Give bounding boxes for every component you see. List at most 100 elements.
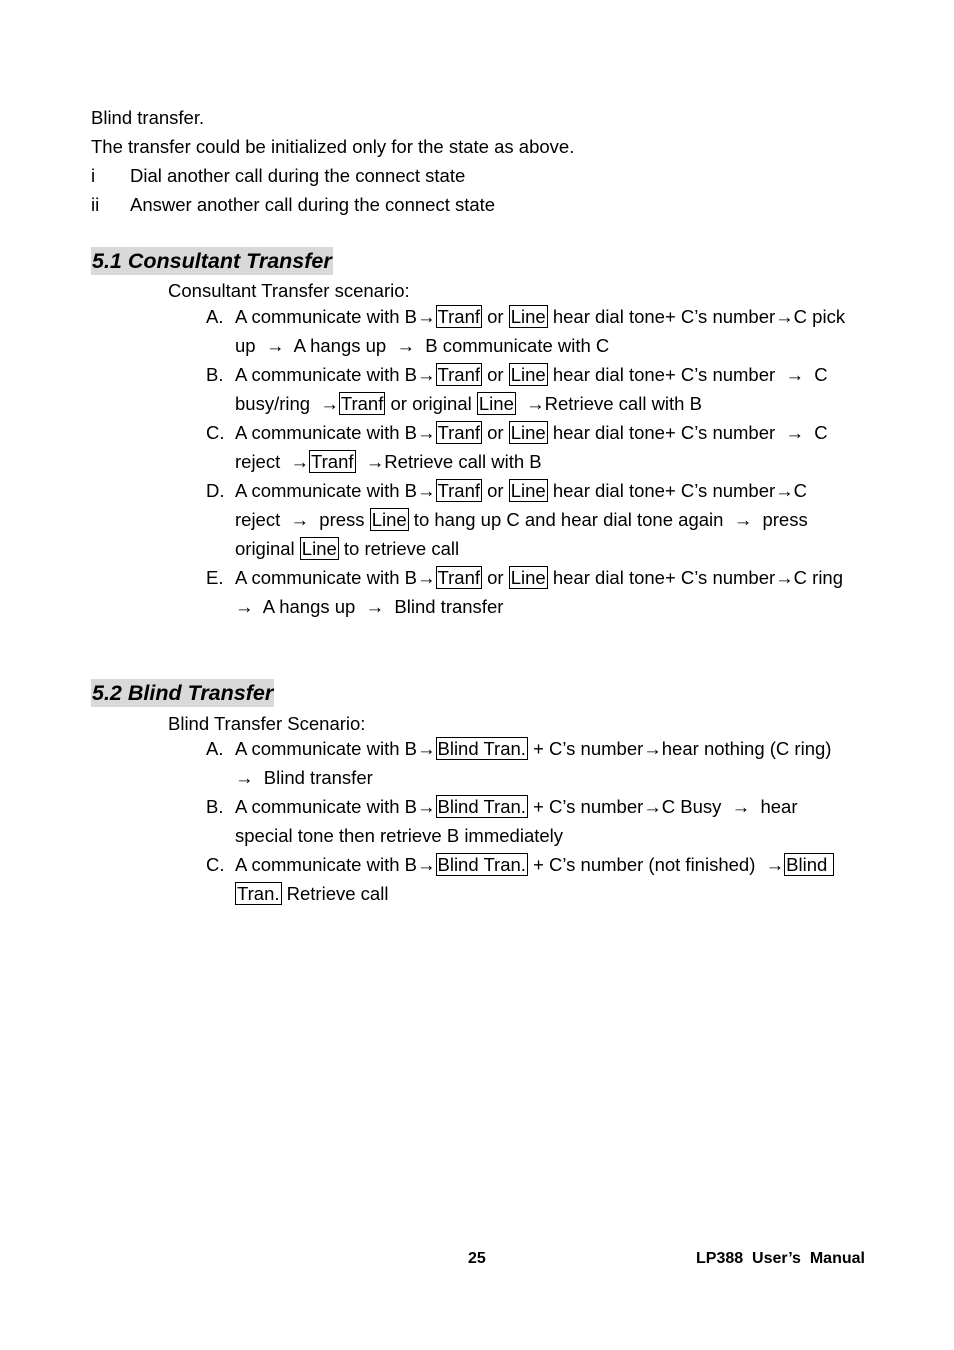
scenario-line: original Line to retrieve call <box>235 534 865 563</box>
text-segment: + C’s number (not finished) → <box>527 854 785 875</box>
scenario-line: A communicate with B→ Tranf or Line hear … <box>235 418 865 447</box>
text-segment: →Retrieve call with B <box>515 393 702 414</box>
manual-title: LP388 User’s Manual <box>696 1250 865 1267</box>
scenario-line: A communicate with B→ Tranf or Line hear … <box>235 563 865 592</box>
key-label: Line <box>369 508 409 531</box>
text-segment: hear dial tone+ C’s number → C <box>547 364 828 385</box>
scenario-letter: B. <box>206 796 224 817</box>
scenario-line: A communicate with B→ Blind Tran. + C’s n… <box>235 734 865 763</box>
scenario-line: A communicate with B→ Tranf or Line hear … <box>235 360 865 389</box>
key-label: Line <box>508 566 548 589</box>
list-item: Dial another call during the connect sta… <box>130 165 466 186</box>
list-item: Answer another call during the connect s… <box>130 194 496 215</box>
key-label: Blind Tran. <box>435 853 528 876</box>
page-number: 25 <box>468 1250 486 1267</box>
text-segment: A communicate with B→ <box>235 364 436 385</box>
scenario-line: Tran. Retrieve call <box>235 879 865 908</box>
text-segment: A communicate with B→ <box>235 480 436 501</box>
scenario-line: A communicate with B→ Blind Tran. + C’s n… <box>235 792 865 821</box>
key-label: Tranf <box>338 392 386 415</box>
text-segment: hear dial tone+ C’s number→C <box>547 480 808 501</box>
scenario-text: A communicate with B→ Tranf or Line hear … <box>235 360 865 418</box>
scenario-letter: B. <box>206 364 224 385</box>
text-segment: A communicate with B→ <box>235 306 436 327</box>
key-label: Tranf <box>435 479 482 502</box>
key-label: Tranf <box>435 566 482 589</box>
key-label: Tran. <box>235 882 282 905</box>
scenario-text: A communicate with B→ Blind Tran. + C’s n… <box>235 850 865 908</box>
text-segment: hear dial tone+ C’s number→C ring <box>547 567 844 588</box>
list-number: ii <box>91 194 100 215</box>
scenario-text: A communicate with B→ Tranf or Line hear … <box>235 563 865 621</box>
text-segment: A communicate with B→ <box>235 567 436 588</box>
text-segment: to retrieve call <box>338 538 460 559</box>
scenario-letter: C. <box>206 422 225 443</box>
text-segment: →Retrieve call with B <box>355 451 542 472</box>
text-segment: Retrieve call <box>281 883 389 904</box>
key-label: Line <box>508 305 548 328</box>
section-heading-blind-transfer: 5.2 Blind Transfer <box>91 679 275 707</box>
text-segment: special tone then retrieve B immediately <box>235 825 564 846</box>
scenario-line: → A hangs up → Blind transfer <box>235 592 865 621</box>
key-label: Line <box>508 363 548 386</box>
text-segment: original <box>235 538 300 559</box>
scenario-line: special tone then retrieve B immediately <box>235 821 865 850</box>
scenario-line: busy/ring → Tranf or original Line →Retri… <box>235 389 865 418</box>
key-label: Tranf <box>435 421 482 444</box>
scenario-line: up → A hangs up → B communicate with C <box>235 331 865 360</box>
key-label: Line <box>299 537 339 560</box>
key-label: Tranf <box>309 450 356 473</box>
key-label: Blind Tran. <box>435 737 528 760</box>
text-segment: reject → press <box>235 509 370 530</box>
scenario-line: A communicate with B→ Tranf or Line hear … <box>235 476 865 505</box>
text-segment: reject → <box>235 451 310 472</box>
text-segment: or <box>482 567 509 588</box>
key-label: Blind Tran. <box>435 795 528 818</box>
key-label: Line <box>476 392 516 415</box>
text-segment: or <box>482 306 509 327</box>
text-segment: busy/ring → <box>235 393 339 414</box>
list-number: i <box>91 165 96 186</box>
text-segment: or <box>482 364 509 385</box>
scenario-letter: E. <box>206 567 224 588</box>
text-segment: hear dial tone+ C’s number→C pick <box>547 306 846 327</box>
scenario-text: A communicate with B→ Blind Tran. + C’s n… <box>235 734 865 792</box>
text-segment: up → A hangs up → B communicate with C <box>235 335 610 356</box>
text-segment: A communicate with B→ <box>235 854 436 875</box>
scenario-letter: D. <box>206 480 225 501</box>
scenario-line: reject → Tranf →Retrieve call with B <box>235 447 865 476</box>
scenario-line: A communicate with B→ Blind Tran. + C’s n… <box>235 850 865 879</box>
key-label: Line <box>508 421 548 444</box>
text-segment: A communicate with B→ <box>235 738 436 759</box>
scenario-letter: A. <box>206 738 224 759</box>
section-intro: Blind Transfer Scenario: <box>168 713 366 734</box>
key-label: Line <box>508 479 548 502</box>
text-segment: or <box>482 480 509 501</box>
text-segment: → A hangs up → Blind transfer <box>235 596 504 617</box>
scenario-text: A communicate with B→ Blind Tran. + C’s n… <box>235 792 865 850</box>
text-segment: + C’s number→C Busy → hear <box>527 796 798 817</box>
intro-line-1: Blind transfer. <box>91 107 205 128</box>
text-segment: A communicate with B→ <box>235 422 436 443</box>
scenario-text: A communicate with B→ Tranf or Line hear … <box>235 476 865 563</box>
text-segment: + C’s number→hear nothing (C ring) <box>527 738 832 759</box>
scenario-letter: C. <box>206 854 225 875</box>
key-label: Tranf <box>435 305 482 328</box>
text-segment: A communicate with B→ <box>235 796 436 817</box>
text-segment: → Blind transfer <box>235 767 373 788</box>
section-heading-consultant-transfer: 5.1 Consultant Transfer <box>91 247 333 275</box>
scenario-text: A communicate with B→ Tranf or Line hear … <box>235 418 865 476</box>
text-segment: or original <box>385 393 477 414</box>
section-intro: Consultant Transfer scenario: <box>168 280 410 301</box>
scenario-line: reject → press Line to hang up C and hea… <box>235 505 865 534</box>
key-label: Blind <box>784 853 835 876</box>
scenario-letter: A. <box>206 306 224 327</box>
scenario-text: A communicate with B→ Tranf or Line hear … <box>235 302 865 360</box>
text-segment: to hang up C and hear dial tone again → … <box>408 509 808 530</box>
text-segment: hear dial tone+ C’s number → C <box>547 422 828 443</box>
scenario-line: A communicate with B→ Tranf or Line hear … <box>235 302 865 331</box>
intro-line-2: The transfer could be initialized only f… <box>91 136 575 157</box>
text-segment: or <box>482 422 509 443</box>
scenario-line: → Blind transfer <box>235 763 865 792</box>
key-label: Tranf <box>435 363 482 386</box>
